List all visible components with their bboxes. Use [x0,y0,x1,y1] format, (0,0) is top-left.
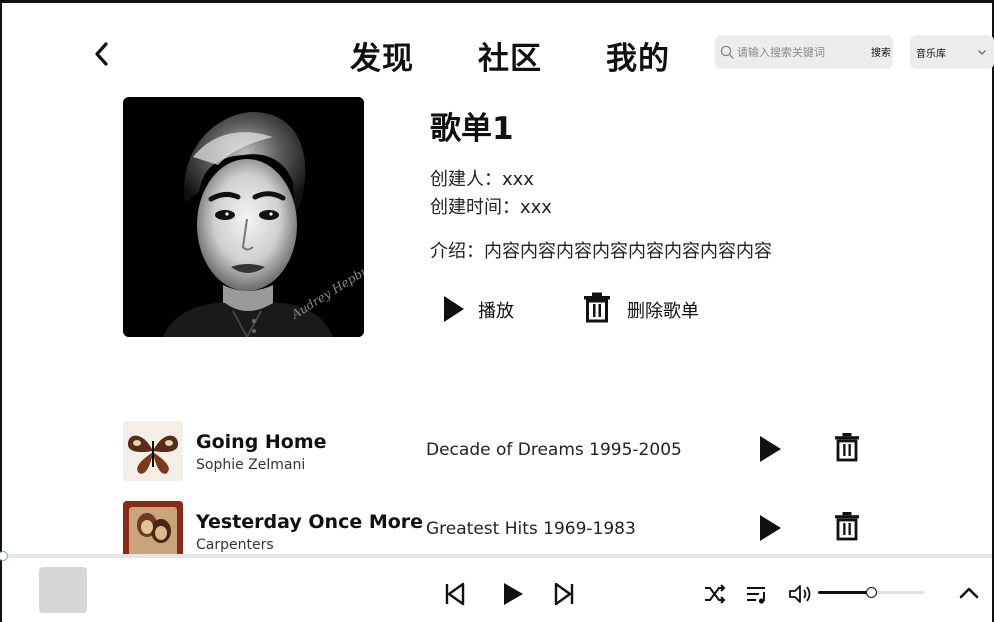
song-album: Decade of Dreams 1995-2005 [426,440,682,460]
song-title: Yesterday Once More [196,511,424,533]
volume-slider-handle[interactable] [866,587,877,598]
search-icon [720,45,734,59]
search-box: 搜索 [715,35,893,69]
play-all-label: 播放 [478,301,514,322]
song-row[interactable]: Yesterday Once More Carpenters Greatest … [2,491,992,554]
play-icon[interactable] [502,581,524,607]
volume-slider[interactable] [818,587,924,598]
shuffle-icon[interactable] [703,583,727,605]
search-input[interactable] [737,41,857,63]
chevron-up-icon[interactable] [957,581,981,605]
play-icon[interactable] [758,434,782,464]
playlist-creator: 创建人：xxx [430,169,534,190]
playlist-cover-image: Audrey Hepburn [123,97,364,337]
song-cover-image [123,501,183,554]
song-list: Going Home Sophie Zelmani Decade of Drea… [2,411,992,554]
song-artist: Sophie Zelmani [196,457,306,473]
progress-bar[interactable] [2,554,992,558]
play-all-button[interactable]: 播放 [442,293,542,329]
tab-mine[interactable]: 我的 [606,33,670,78]
queue-icon[interactable] [745,583,769,605]
playlist-intro: 介绍：内容内容内容内容内容内容内容内容 [430,241,772,262]
volume-icon[interactable] [788,583,814,605]
skip-previous-icon[interactable] [444,581,466,607]
song-row[interactable]: Going Home Sophie Zelmani Decade of Drea… [2,411,992,491]
trash-icon[interactable] [834,511,860,541]
delete-playlist-button[interactable]: 删除歌单 [583,291,723,327]
back-button[interactable] [90,39,114,69]
song-title: Going Home [196,431,327,453]
play-icon[interactable] [758,513,782,543]
trash-icon[interactable] [834,432,860,462]
volume-slider-fill [818,591,871,594]
play-icon [444,296,464,322]
library-select[interactable]: 音乐库 [910,35,994,69]
library-select-value: 音乐库 [916,49,946,60]
song-album: Greatest Hits 1969-1983 [426,519,636,539]
now-playing-cover[interactable] [39,567,87,613]
tab-community[interactable]: 社区 [478,33,542,78]
song-cover-image [123,421,183,481]
trash-icon [584,292,610,323]
playlist-created-time: 创建时间：xxx [430,197,552,218]
chevron-left-icon [95,42,108,66]
tab-discover[interactable]: 发现 [350,33,414,78]
chevron-down-icon [978,50,986,55]
skip-next-icon[interactable] [553,581,575,607]
playlist-title: 歌单1 [430,111,514,147]
search-button[interactable]: 搜索 [871,44,891,59]
delete-playlist-label: 删除歌单 [627,301,699,322]
progress-handle[interactable] [0,551,8,561]
song-artist: Carpenters [196,537,274,553]
